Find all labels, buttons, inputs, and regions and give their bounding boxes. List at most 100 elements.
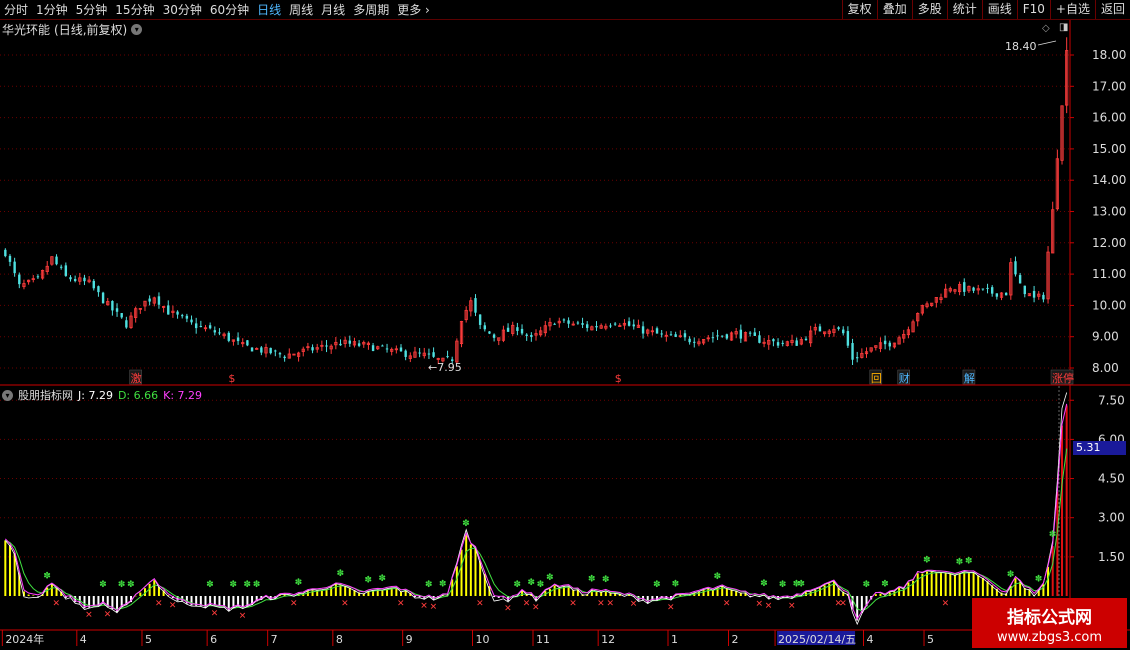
tool-button[interactable]: F10 [1016, 0, 1050, 19]
k-value: K: 7.29 [163, 388, 203, 402]
j-value: J: 7.29 [78, 388, 113, 402]
candle-body [855, 357, 859, 359]
indicator-bar [981, 577, 984, 596]
indicator-bar [725, 588, 728, 596]
candle-body [525, 334, 528, 336]
cross-signal-mark: ✕ [523, 599, 531, 609]
stock-mode: (日线,前复权) [54, 23, 128, 37]
candle-body [758, 335, 761, 343]
indicator-bar [949, 573, 952, 596]
candle-body [693, 341, 696, 343]
cross-signal-mark: ✽ [537, 580, 545, 590]
candle-body [739, 329, 743, 339]
dropdown-chevron-icon[interactable]: ▾ [131, 24, 143, 35]
event-marker: 激 [131, 371, 142, 385]
period-button[interactable]: 60分钟 [206, 0, 253, 20]
price-tick-label: 13.00 [1092, 205, 1126, 219]
cross-signal-mark: ✽ [527, 578, 535, 588]
cross-signal-mark: ✽ [229, 580, 237, 590]
candle-body [227, 332, 230, 341]
cross-signal-mark: ✕ [597, 599, 605, 609]
cross-signal-mark: ✕ [169, 601, 177, 611]
indicator-chevron-icon[interactable]: ▾ [2, 389, 13, 401]
period-button[interactable]: 分时 [0, 0, 32, 20]
period-button[interactable]: 1分钟 [32, 0, 72, 20]
diamond-icon[interactable]: ◇ [1042, 23, 1050, 34]
period-button[interactable]: 周线 [285, 0, 317, 20]
indicator-bar [36, 596, 39, 597]
candle-body [520, 328, 524, 334]
candle-body [837, 327, 840, 330]
candle-body [506, 327, 510, 332]
candle-body [36, 276, 40, 278]
period-button[interactable]: 5分钟 [72, 0, 112, 20]
candle-body [586, 324, 589, 328]
tool-button[interactable]: 画线 [981, 0, 1017, 19]
candle-body [981, 288, 985, 290]
price-tick-label: 14.00 [1092, 173, 1126, 187]
panel-toggle-icon[interactable]: ◨ [1059, 22, 1068, 33]
candle-body [59, 266, 63, 268]
cross-signal-mark: ✽ [956, 558, 964, 568]
cross-signal-mark: ✽ [99, 580, 107, 590]
candle-body [64, 265, 68, 276]
watermark-logo: 指标公式网 www.zbgs3.com [972, 598, 1127, 648]
period-button[interactable]: 日线 [253, 0, 285, 20]
candle-body [883, 340, 887, 345]
candle-body [13, 261, 16, 274]
axes: 8.009.0010.0011.0012.0013.0014.0015.0016… [0, 20, 1130, 646]
tool-button[interactable]: 统计 [946, 0, 982, 19]
indicator-tick-label: 7.50 [1098, 393, 1125, 407]
candle-body [181, 315, 184, 317]
candle-body [73, 279, 77, 282]
indicator-bar [553, 585, 556, 596]
kline-chart[interactable]: ✽✕✕✽✕✽ ✽✕ ✕✽✕✽✕✽ ✽✕✽✽✕✽ ✽✕ ✕✽✕✽✽✕ ✕✽✕✽✕✽✽✕✽✕✽✕… [0, 20, 1130, 650]
indicator-bar [958, 573, 961, 596]
tool-button[interactable]: 多股 [911, 0, 947, 19]
cross-signal-mark: ✽ [602, 575, 610, 585]
period-button[interactable]: 更多 › [393, 0, 434, 20]
cross-signal-mark: ✽ [462, 519, 470, 529]
indicator-title: ▾ 股朋指标网 J: 7.29 D: 6.66 K: 7.29 [2, 387, 202, 403]
candle-body [218, 332, 221, 334]
period-button[interactable]: 30分钟 [159, 0, 206, 20]
cross-signal-mark: ✕ [476, 599, 484, 609]
period-buttons: 分时 1分钟 5分钟 15分钟 30分钟 60分钟 日线 周线 月线 多周期 更多 › [0, 0, 434, 20]
tool-button[interactable]: 复权 [841, 0, 877, 19]
annotations: 18.40 ←7.95 激 $ $ 回 财 解 涨停 [129, 40, 1074, 385]
cross-signal-mark: ✕ [104, 610, 112, 620]
price-tick-label: 17.00 [1092, 79, 1126, 93]
cross-signal-mark: ✽ [118, 580, 126, 590]
cross-signal-mark: ✕ [532, 603, 540, 613]
cross-signal-mark: ✽ [863, 580, 871, 590]
high-price-label: 18.40 [1005, 40, 1037, 53]
indicator-bar [944, 572, 947, 596]
indicator-name[interactable]: 股朋指标网 [18, 387, 73, 403]
indicator-bar [814, 589, 817, 596]
event-marker: 涨停 [1052, 371, 1074, 385]
cross-signal-mark: ✕ [788, 601, 796, 611]
cross-signal-mark: ✽ [672, 580, 680, 590]
tool-button[interactable]: 返回 [1094, 0, 1130, 19]
tool-button[interactable]: +自选 [1049, 0, 1095, 19]
grid-lines [0, 54, 1070, 558]
period-button[interactable]: 多周期 [349, 0, 393, 20]
cross-signal-mark: ✕ [765, 602, 773, 612]
candle-body [311, 347, 314, 351]
date-label: 12 [601, 633, 615, 646]
indicator-bar [1047, 566, 1050, 596]
candle-body [4, 249, 7, 257]
tool-button[interactable]: 叠加 [876, 0, 912, 19]
stock-name: 华光环能 [2, 23, 51, 37]
candle-body [842, 329, 845, 334]
candle-body [963, 282, 966, 292]
candle-body [818, 326, 822, 332]
cross-signal-mark: ✽ [1049, 530, 1057, 540]
indicator-bar [348, 587, 351, 596]
indicator-tick-label: 3.00 [1098, 511, 1125, 525]
period-button[interactable]: 月线 [317, 0, 349, 20]
period-button[interactable]: 15分钟 [111, 0, 158, 20]
candle-body [753, 332, 756, 336]
indicator-bar [344, 586, 347, 596]
cross-signal-mark: ✽ [965, 557, 973, 567]
